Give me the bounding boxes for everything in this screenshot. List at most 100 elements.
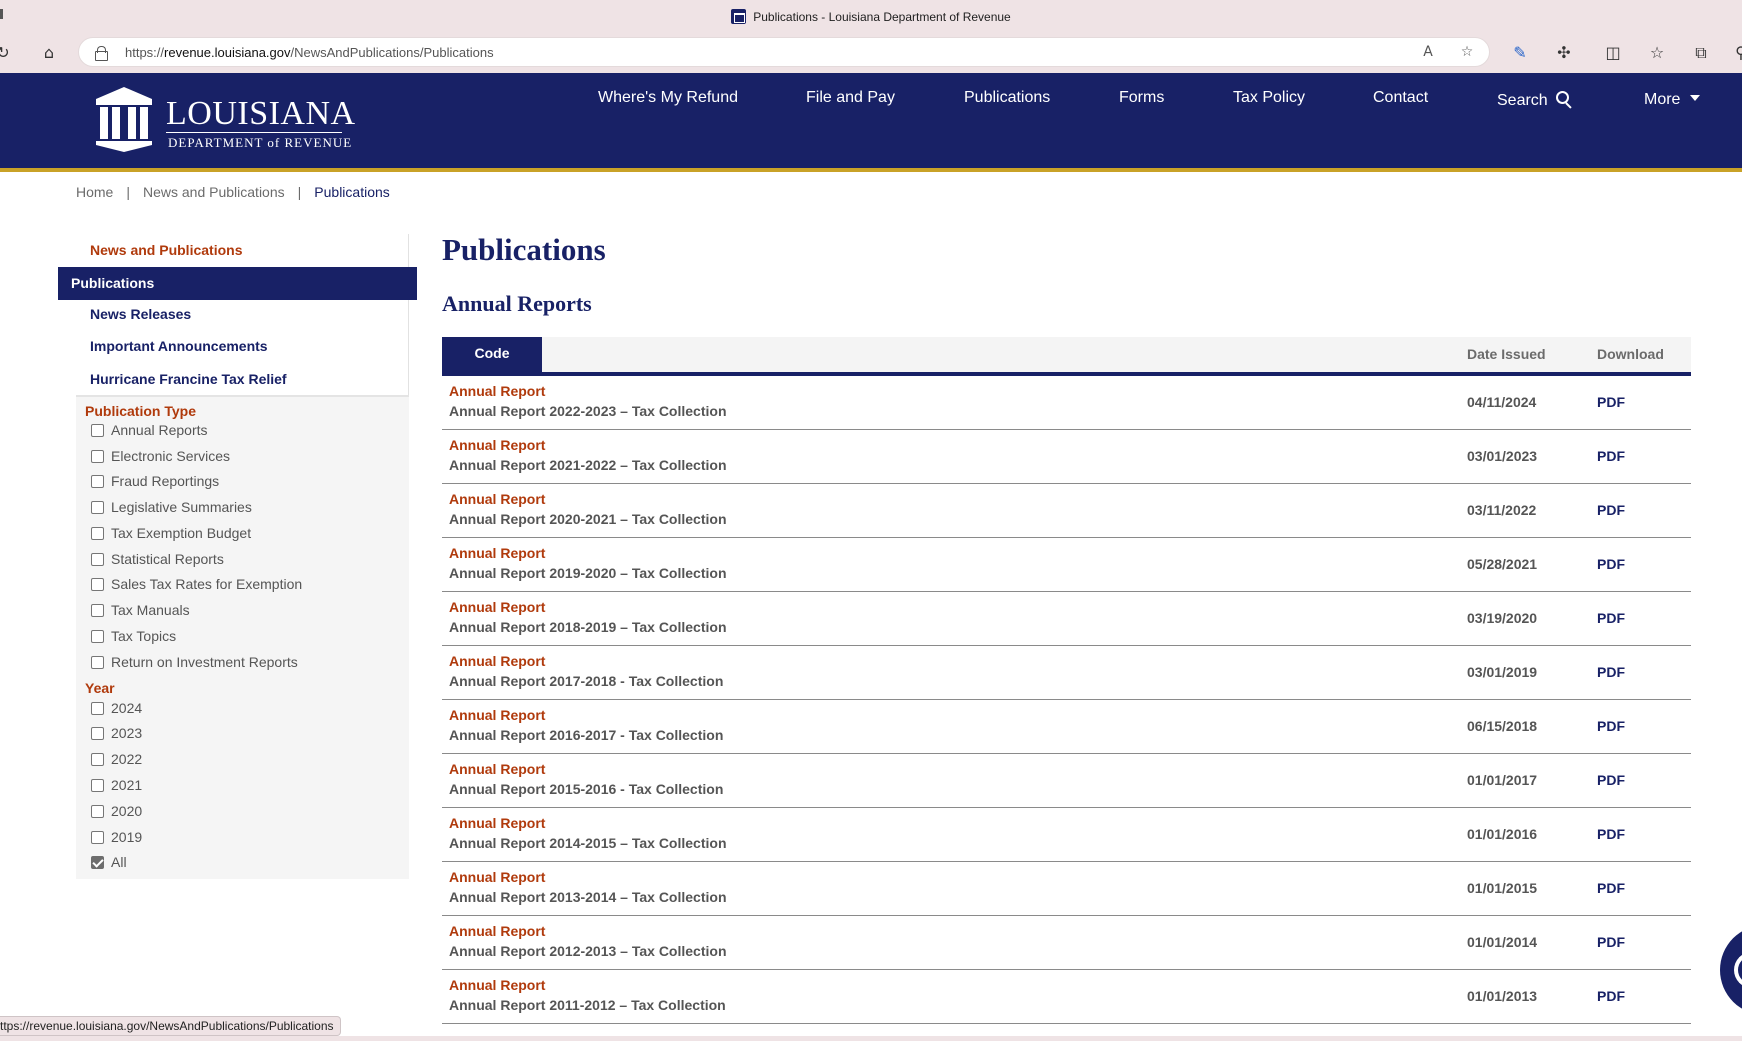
checkbox[interactable]	[91, 475, 104, 488]
reload-icon[interactable]: ↻	[0, 42, 14, 64]
sidebar-item-news-releases[interactable]: News Releases	[90, 306, 191, 322]
browser-tab[interactable]: Publications - Louisiana Department of R…	[0, 9, 1742, 24]
pdf-download-link[interactable]: PDF	[1597, 502, 1625, 518]
filter-year-2022[interactable]: 2022	[91, 751, 142, 767]
pdf-download-link[interactable]: PDF	[1597, 772, 1625, 788]
filter-electronic-services[interactable]: Electronic Services	[91, 448, 230, 464]
favorites-icon[interactable]: ☆	[1646, 42, 1668, 64]
pdf-download-link[interactable]: PDF	[1597, 718, 1625, 734]
nav-contact[interactable]: Contact	[1373, 89, 1428, 107]
chat-widget-icon[interactable]	[1720, 925, 1742, 1015]
row-type[interactable]: Annual Report	[449, 815, 545, 831]
checkbox[interactable]	[91, 702, 104, 715]
nav-forms[interactable]: Forms	[1119, 89, 1164, 107]
filter-annual-reports[interactable]: Annual Reports	[91, 422, 208, 438]
row-title[interactable]: Annual Report 2013-2014 – Tax Collection	[449, 889, 727, 905]
pdf-download-link[interactable]: PDF	[1597, 880, 1625, 896]
filter-year-all[interactable]: All	[91, 854, 127, 870]
row-type[interactable]: Annual Report	[449, 437, 545, 453]
nav-search[interactable]: Search	[1497, 91, 1572, 110]
read-aloud-icon[interactable]: A	[1418, 42, 1438, 62]
column-code-tab[interactable]: Code	[442, 337, 542, 372]
pdf-download-link[interactable]: PDF	[1597, 556, 1625, 572]
row-type[interactable]: Annual Report	[449, 491, 545, 507]
row-title[interactable]: Annual Report 2022-2023 – Tax Collection	[449, 403, 727, 419]
checkbox[interactable]	[91, 805, 104, 818]
pdf-download-link[interactable]: PDF	[1597, 610, 1625, 626]
checkbox[interactable]	[91, 553, 104, 566]
pdf-download-link[interactable]: PDF	[1597, 394, 1625, 410]
checkbox[interactable]	[91, 753, 104, 766]
row-type[interactable]: Annual Report	[449, 545, 545, 561]
row-title[interactable]: Annual Report 2014-2015 – Tax Collection	[449, 835, 727, 851]
nav-publications[interactable]: Publications	[964, 89, 1050, 107]
profile-icon[interactable]: ⚲	[1730, 42, 1742, 64]
row-type[interactable]: Annual Report	[449, 761, 545, 777]
pdf-download-link[interactable]: PDF	[1597, 448, 1625, 464]
nav-more[interactable]: More	[1644, 91, 1701, 109]
row-title[interactable]: Annual Report 2017-2018 - Tax Collection	[449, 673, 723, 689]
pdf-download-link[interactable]: PDF	[1597, 826, 1625, 842]
collections-icon[interactable]: ⧉	[1690, 42, 1712, 64]
filter-year-2021[interactable]: 2021	[91, 777, 142, 793]
nav-wheres-my-refund[interactable]: Where's My Refund	[598, 89, 738, 107]
checkbox[interactable]	[91, 727, 104, 740]
pdf-download-link[interactable]: PDF	[1597, 988, 1625, 1004]
checkbox[interactable]	[91, 450, 104, 463]
favorite-star-icon[interactable]: ☆	[1457, 42, 1477, 62]
address-bar[interactable]: https://revenue.louisiana.gov/NewsAndPub…	[78, 37, 1490, 67]
row-type[interactable]: Annual Report	[449, 923, 545, 939]
checkbox[interactable]	[91, 831, 104, 844]
sidebar-parent-news-and-publications[interactable]: News and Publications	[90, 242, 242, 258]
split-screen-icon[interactable]: ◫	[1602, 42, 1624, 64]
filter-year-2019[interactable]: 2019	[91, 829, 142, 845]
checkbox[interactable]	[91, 604, 104, 617]
filter-tax-topics[interactable]: Tax Topics	[91, 628, 176, 644]
checkbox[interactable]	[91, 779, 104, 792]
filter-statistical-reports[interactable]: Statistical Reports	[91, 551, 224, 567]
row-type[interactable]: Annual Report	[449, 653, 545, 669]
row-type[interactable]: Annual Report	[449, 707, 545, 723]
pdf-download-link[interactable]: PDF	[1597, 934, 1625, 950]
row-type[interactable]: Annual Report	[449, 977, 545, 993]
checkbox[interactable]	[91, 424, 104, 437]
checkbox[interactable]	[91, 578, 104, 591]
filter-tax-manuals[interactable]: Tax Manuals	[91, 602, 190, 618]
filter-year-2020[interactable]: 2020	[91, 803, 142, 819]
row-title[interactable]: Annual Report 2015-2016 - Tax Collection	[449, 781, 723, 797]
row-title[interactable]: Annual Report 2019-2020 – Tax Collection	[449, 565, 727, 581]
checkbox[interactable]	[91, 501, 104, 514]
row-title[interactable]: Annual Report 2020-2021 – Tax Collection	[449, 511, 727, 527]
sidebar-item-hurricane-francine[interactable]: Hurricane Francine Tax Relief	[90, 371, 287, 387]
extensions-icon[interactable]: ✣	[1553, 42, 1575, 64]
sidebar-item-publications[interactable]: Publications	[58, 267, 417, 300]
home-icon[interactable]: ⌂	[38, 42, 60, 64]
row-title[interactable]: Annual Report 2016-2017 - Tax Collection	[449, 727, 723, 743]
breadcrumb-news-and-publications[interactable]: News and Publications	[143, 184, 285, 200]
checkbox[interactable]	[91, 630, 104, 643]
checkbox[interactable]	[91, 656, 104, 669]
row-title[interactable]: Annual Report 2012-2013 – Tax Collection	[449, 943, 727, 959]
row-title[interactable]: Annual Report 2018-2019 – Tax Collection	[449, 619, 727, 635]
filter-legislative-summaries[interactable]: Legislative Summaries	[91, 499, 252, 515]
row-title[interactable]: Annual Report 2011-2012 – Tax Collection	[449, 997, 726, 1013]
filter-fraud-reportings[interactable]: Fraud Reportings	[91, 473, 219, 489]
checkbox-checked[interactable]	[91, 856, 104, 869]
row-type[interactable]: Annual Report	[449, 599, 545, 615]
row-title[interactable]: Annual Report 2021-2022 – Tax Collection	[449, 457, 727, 473]
site-logo[interactable]: LOUISIANA DEPARTMENT of REVENUE	[94, 85, 355, 155]
pdf-download-link[interactable]: PDF	[1597, 664, 1625, 680]
pen-extension-icon[interactable]: ✎	[1509, 42, 1531, 64]
row-type[interactable]: Annual Report	[449, 383, 545, 399]
filter-year-2024[interactable]: 2024	[91, 700, 142, 716]
filter-sales-tax-rates[interactable]: Sales Tax Rates for Exemption	[91, 576, 302, 592]
filter-return-on-investment[interactable]: Return on Investment Reports	[91, 654, 298, 670]
nav-tax-policy[interactable]: Tax Policy	[1233, 89, 1305, 107]
row-type[interactable]: Annual Report	[449, 869, 545, 885]
breadcrumb-home[interactable]: Home	[76, 184, 113, 200]
nav-file-and-pay[interactable]: File and Pay	[806, 89, 895, 107]
filter-tax-exemption-budget[interactable]: Tax Exemption Budget	[91, 525, 251, 541]
filter-year-2023[interactable]: 2023	[91, 725, 142, 741]
sidebar-item-important-announcements[interactable]: Important Announcements	[90, 338, 268, 354]
breadcrumb-current[interactable]: Publications	[314, 184, 390, 200]
